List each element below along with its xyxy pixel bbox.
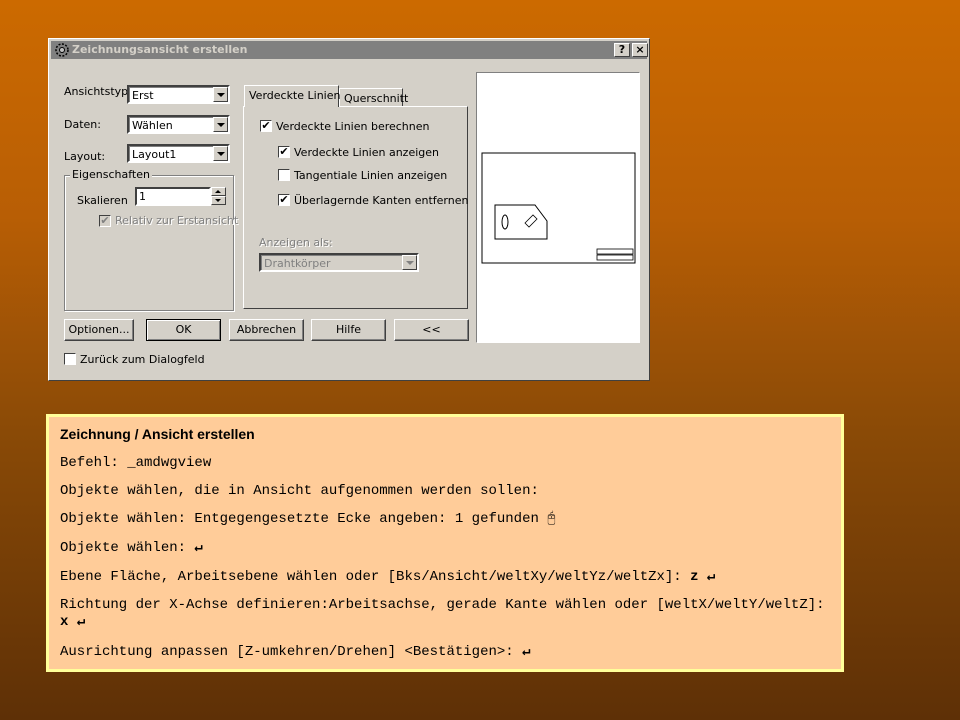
properties-group-title: Eigenschaften — [70, 168, 152, 181]
layout-label: Layout: — [64, 150, 106, 163]
show-hidden-lines-checkbox[interactable]: ✔ — [278, 146, 290, 158]
enter-icon: ↵ — [76, 614, 86, 630]
scale-spin-down[interactable] — [211, 196, 226, 205]
chevron-down-icon[interactable] — [213, 146, 228, 161]
scale-label: Skalieren — [77, 194, 128, 207]
help-title-button[interactable]: ? — [614, 43, 630, 57]
tangential-lines-checkbox[interactable] — [278, 169, 290, 181]
preview-drawing — [481, 152, 636, 264]
options-button[interactable]: Optionen... — [64, 319, 134, 341]
help-button[interactable]: Hilfe — [311, 319, 386, 341]
close-button[interactable]: × — [632, 43, 648, 57]
click-icon: 🖰 — [547, 511, 556, 527]
hidden-lines-panel — [243, 106, 468, 309]
dialog-title: Zeichnungsansicht erstellen — [72, 43, 248, 56]
calc-hidden-lines-checkbox[interactable]: ✔ — [260, 120, 272, 132]
return-to-dialog-checkbox[interactable] — [64, 353, 76, 365]
command-line-7: Ausrichtung anpassen [Z-umkehren/Drehen]… — [60, 644, 531, 660]
app-icon — [55, 43, 69, 57]
tangential-lines-label: Tangentiale Linien anzeigen — [294, 169, 448, 182]
data-select[interactable]: Wählen — [127, 115, 230, 134]
relative-checkbox[interactable]: ✔ — [99, 215, 111, 227]
command-line-2: Objekte wählen, die in Ansicht aufgenomm… — [60, 483, 539, 499]
command-panel: Zeichnung / Ansicht erstellen Befehl: _a… — [46, 414, 844, 672]
cancel-button[interactable]: Abbrechen — [229, 319, 304, 341]
panel-title: Zeichnung / Ansicht erstellen — [60, 426, 255, 442]
display-as-value: Drahtkörper — [264, 257, 331, 270]
layout-value: Layout1 — [132, 148, 177, 161]
scale-spin-up[interactable] — [211, 187, 226, 196]
data-label: Daten: — [64, 118, 101, 131]
chevron-down-icon[interactable] — [402, 255, 417, 270]
layout-select[interactable]: Layout1 — [127, 144, 230, 163]
remove-overlap-checkbox[interactable]: ✔ — [278, 194, 290, 206]
title-bar[interactable]: Zeichnungsansicht erstellen ? × — [51, 41, 648, 59]
enter-icon: ↵ — [706, 569, 716, 585]
remove-overlap-label: Überlagernde Kanten entfernen — [294, 194, 469, 207]
return-to-dialog-label: Zurück zum Dialogfeld — [80, 353, 205, 366]
tab-cross-section[interactable]: Querschnitt — [339, 88, 408, 106]
view-type-select[interactable]: Erst — [127, 85, 230, 104]
display-as-select[interactable]: Drahtkörper — [259, 253, 419, 272]
enter-icon: ↵ — [194, 540, 203, 556]
chevron-down-icon[interactable] — [213, 117, 228, 132]
command-line-4: Objekte wählen: ↵ — [60, 540, 203, 556]
command-line-5: Ebene Fläche, Arbeitsebene wählen oder [… — [60, 569, 716, 585]
preview-area[interactable] — [476, 72, 640, 343]
data-value: Wählen — [132, 119, 173, 132]
relative-label: Relativ zur Erstansicht — [115, 214, 239, 227]
ok-button[interactable]: OK — [146, 319, 221, 341]
tab-hidden-lines[interactable]: Verdeckte Linien — [244, 85, 340, 107]
command-line-6: Richtung der X-Achse definieren:Arbeitsa… — [60, 597, 825, 630]
show-hidden-lines-label: Verdeckte Linien anzeigen — [294, 146, 439, 159]
enter-icon: ↵ — [522, 644, 531, 660]
view-type-label: Ansichtstyp: — [64, 85, 132, 98]
display-as-label: Anzeigen als: — [259, 236, 333, 249]
view-type-value: Erst — [132, 89, 154, 102]
scale-value: 1 — [139, 190, 146, 203]
collapse-button[interactable]: << — [394, 319, 469, 341]
scale-input[interactable]: 1 — [135, 187, 211, 206]
calc-hidden-lines-label: Verdeckte Linien berechnen — [276, 120, 430, 133]
command-line-3: Objekte wählen: Entgegengesetzte Ecke an… — [60, 511, 556, 527]
dialog-window: Zeichnungsansicht erstellen ? × Ansichts… — [48, 38, 650, 381]
command-line-1: Befehl: _amdwgview — [60, 455, 212, 471]
chevron-down-icon[interactable] — [213, 87, 228, 102]
